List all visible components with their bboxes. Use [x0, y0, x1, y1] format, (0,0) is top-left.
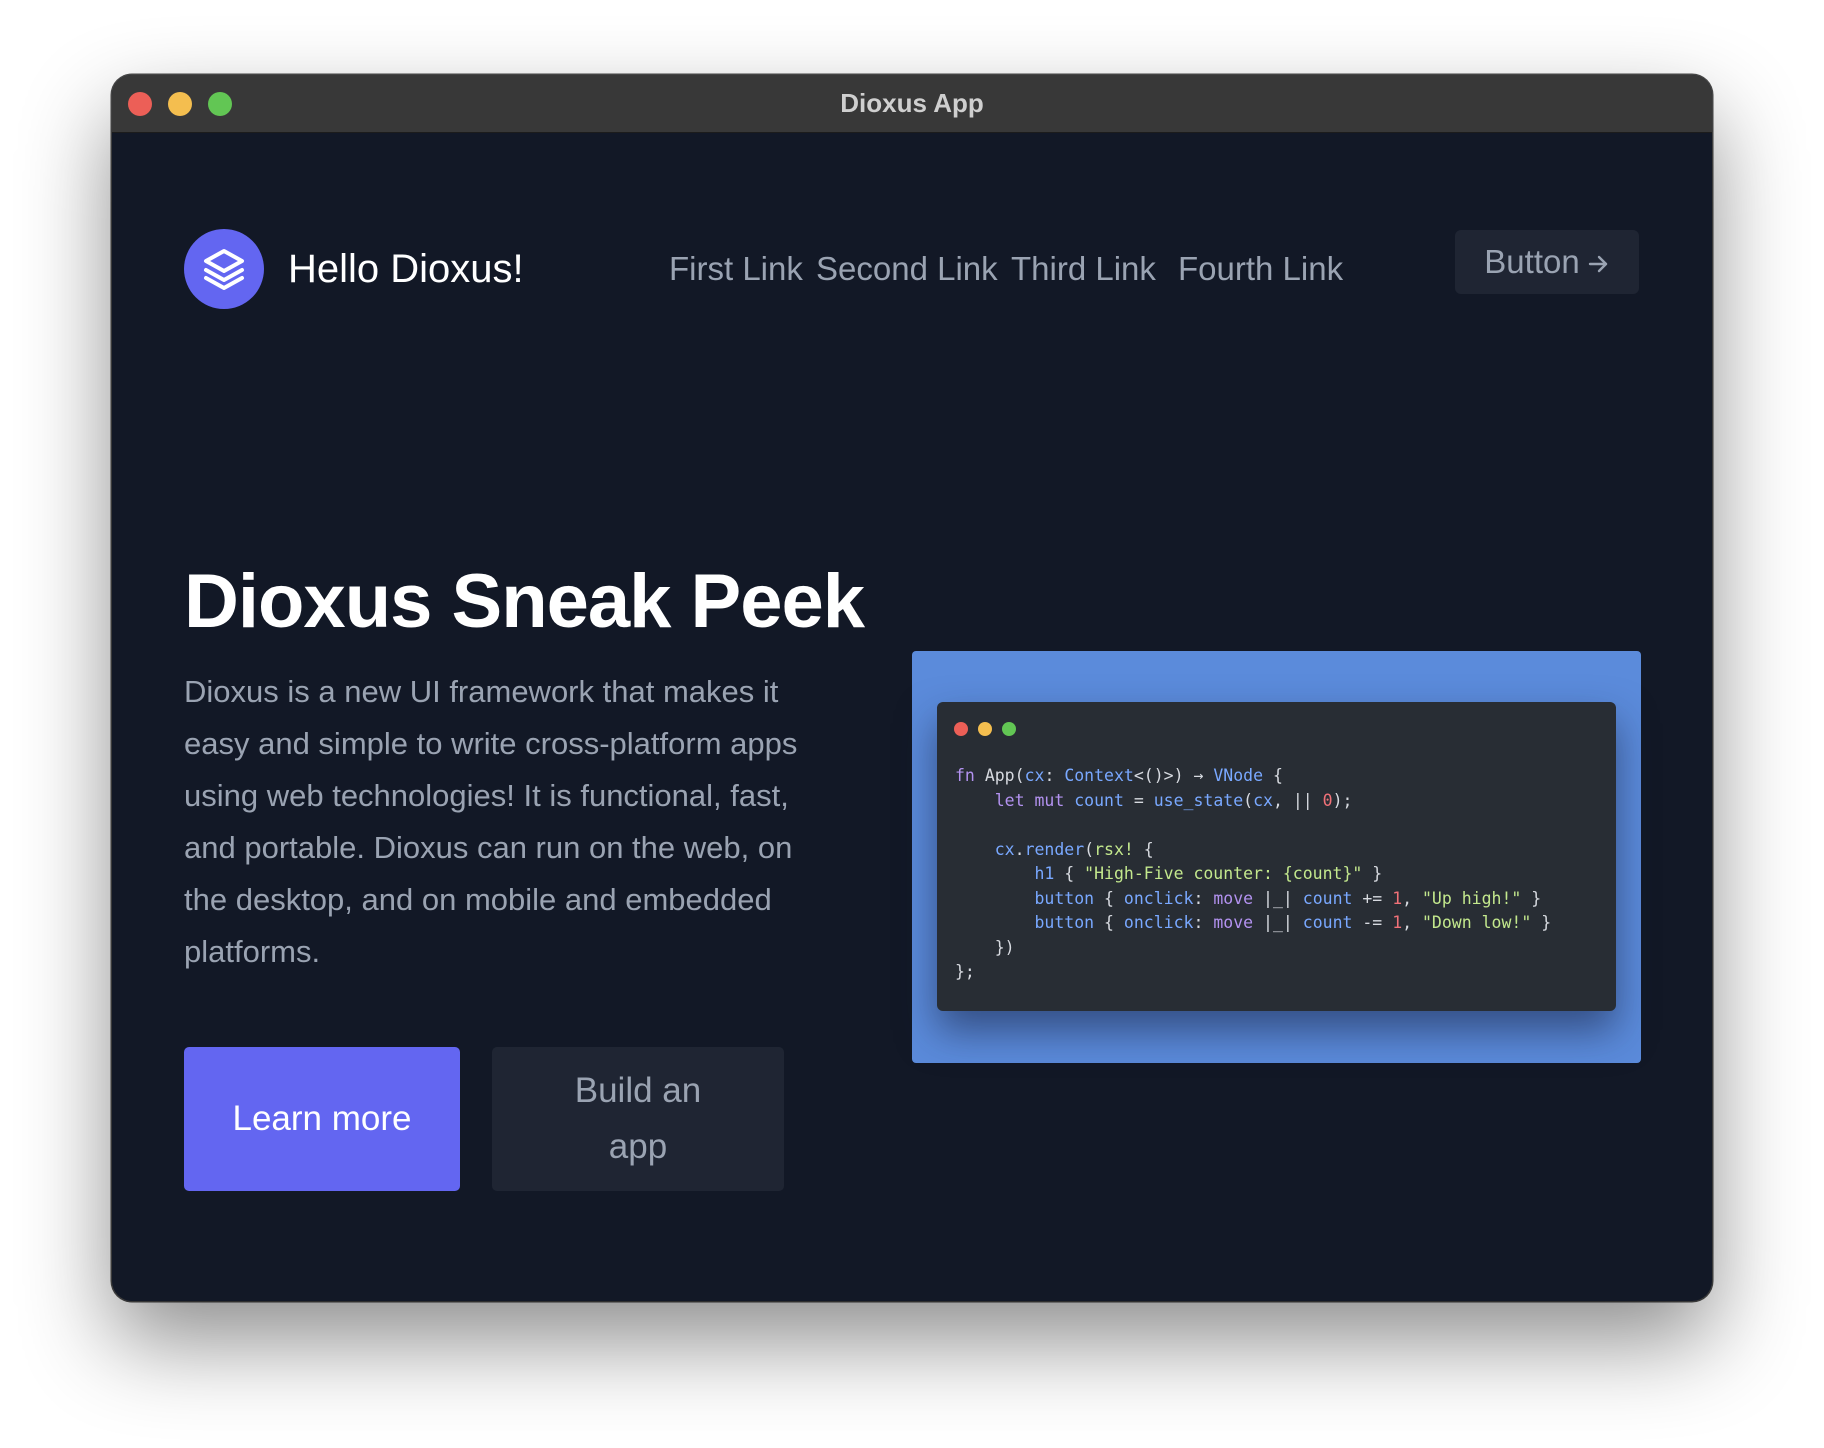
code-line: let mut count = use_state(cx, || 0);: [994, 790, 1353, 810]
title-bar[interactable]: Dioxus App: [112, 75, 1712, 133]
window-title: Dioxus App: [840, 88, 984, 118]
code-line: };: [955, 962, 975, 981]
nav-link-second[interactable]: Second Link: [816, 246, 998, 292]
code-line: cx.render(rsx! {: [994, 839, 1154, 859]
code-showcase: fn App(cx: Context<()>) → VNode { let mu…: [912, 651, 1641, 1063]
main-content: Hello Dioxus! First Link Second Link Thi…: [112, 132, 1712, 1301]
code-window-red-dot: [954, 722, 968, 736]
header-button-label: Button: [1484, 243, 1580, 280]
nav-link-first[interactable]: First Link: [669, 246, 803, 292]
logo[interactable]: [184, 229, 264, 309]
learn-more-label: Learn more: [232, 1099, 412, 1138]
build-app-label: Build an app: [574, 1071, 702, 1166]
code-line: }): [955, 937, 1015, 957]
hero-description: Dioxus is a new UI framework that makes …: [184, 674, 798, 969]
brand-name: Hello Dioxus!: [288, 247, 524, 291]
arrow-right-icon: [1586, 230, 1610, 294]
app-window: Dioxus App Hello Dioxus! First Link Seco…: [112, 75, 1712, 1301]
build-app-button[interactable]: Build an app: [492, 1047, 784, 1191]
code-line: fn App(cx: Context<()>) → VNode {: [955, 766, 1283, 785]
nav-link-third[interactable]: Third Link: [1011, 246, 1156, 292]
nav-link-fourth[interactable]: Fourth Link: [1178, 246, 1343, 292]
code-line: h1 { "High-Five counter: {count}" }: [1034, 864, 1383, 883]
header-button[interactable]: Button: [1455, 230, 1639, 294]
code-sample: fn App(cx: Context<()>) → VNode { let mu…: [955, 764, 1551, 985]
code-window-yellow-dot: [978, 722, 992, 736]
code-line: button { onclick: move |_| count -= 1, "…: [1034, 913, 1552, 932]
code-window-green-dot: [1002, 722, 1016, 736]
code-window: fn App(cx: Context<()>) → VNode { let mu…: [937, 702, 1616, 1011]
hero-title: Dioxus Sneak Peek: [184, 559, 865, 644]
code-line: button { onclick: move |_| count += 1, "…: [1034, 888, 1542, 908]
learn-more-button[interactable]: Learn more: [184, 1047, 460, 1191]
stack-layers-icon: [204, 249, 244, 290]
